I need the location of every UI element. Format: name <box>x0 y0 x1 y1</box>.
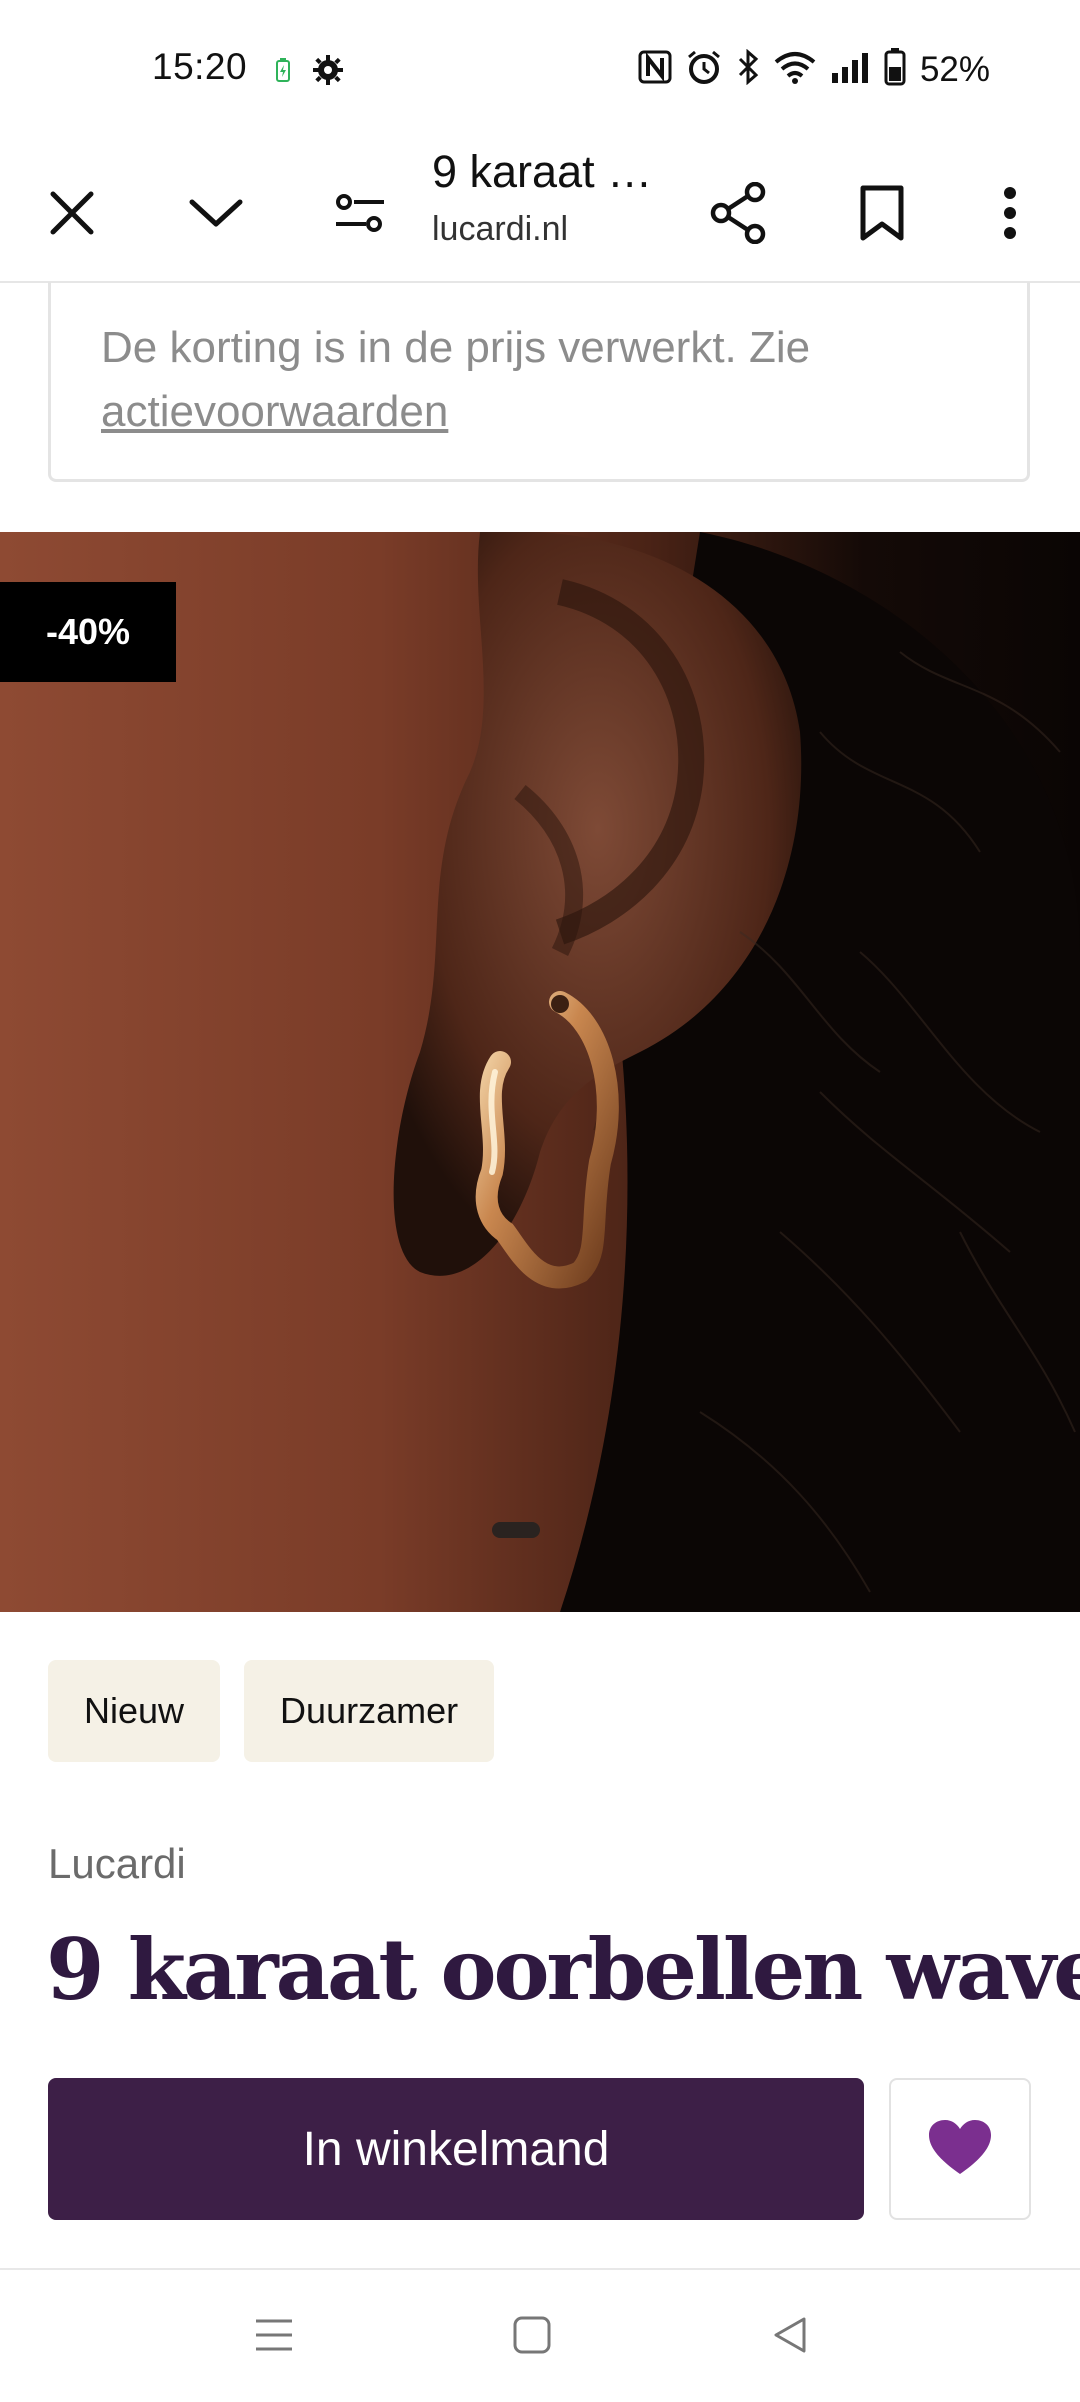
more-vert-icon <box>1002 186 1018 244</box>
wifi-icon <box>774 50 816 89</box>
battery-percent: 52% <box>919 49 990 89</box>
product-title: 9 karaat oorbellen wave <box>46 1920 1080 2019</box>
more-options-button[interactable] <box>970 175 1050 255</box>
recent-apps-button[interactable] <box>234 2302 314 2372</box>
share-icon <box>709 181 767 249</box>
share-button[interactable] <box>698 175 778 255</box>
battery-icon <box>884 48 906 91</box>
back-button[interactable] <box>750 2302 830 2372</box>
page-title[interactable]: 9 karaat … <box>432 146 652 198</box>
minimize-button[interactable] <box>176 175 256 255</box>
site-settings-button[interactable] <box>320 175 400 255</box>
settings-gear-icon <box>312 54 344 91</box>
back-icon <box>770 2315 810 2360</box>
tag-sustainable: Duurzamer <box>244 1660 495 1762</box>
wishlist-button[interactable] <box>889 2078 1031 2220</box>
product-image[interactable] <box>0 532 1080 1612</box>
close-tab-button[interactable] <box>32 175 112 255</box>
signal-icon <box>830 51 870 88</box>
promo-text: De korting is in de prijs verwerkt. Zie <box>101 323 811 372</box>
system-nav-bar <box>0 2268 1080 2402</box>
recent-apps-icon <box>254 2317 294 2358</box>
chevron-down-icon <box>188 196 244 235</box>
page-domain[interactable]: lucardi.nl <box>432 210 568 249</box>
heart-icon <box>927 2118 993 2181</box>
status-bar: 15:20 52% <box>0 0 1080 145</box>
tag-new: Nieuw <box>48 1660 221 1762</box>
nfc-icon <box>638 50 672 89</box>
bluetooth-icon <box>736 48 760 90</box>
promo-text-block: De korting is in de prijs verwerkt. Zie … <box>101 316 981 444</box>
promo-terms-link[interactable]: actievoorwaarden <box>101 387 448 436</box>
product-tags: Nieuw Duurzamer <box>48 1660 495 1762</box>
earring-photo <box>0 532 1080 1612</box>
carousel-indicator <box>492 1522 540 1538</box>
site-settings-icon <box>334 192 386 239</box>
status-time: 15:20 <box>152 46 248 87</box>
close-icon <box>49 190 95 241</box>
promo-notice: De korting is in de prijs verwerkt. Zie … <box>48 282 1030 482</box>
alarm-icon <box>686 49 722 90</box>
discount-badge: -40% <box>0 582 176 682</box>
add-to-cart-button[interactable]: In winkelmand <box>48 2078 864 2220</box>
bookmark-button[interactable] <box>842 175 922 255</box>
home-icon <box>512 2315 552 2360</box>
battery-charging-icon <box>276 58 290 87</box>
product-brand: Lucardi <box>48 1840 186 1887</box>
bookmark-icon <box>859 184 905 247</box>
home-button[interactable] <box>492 2302 572 2372</box>
